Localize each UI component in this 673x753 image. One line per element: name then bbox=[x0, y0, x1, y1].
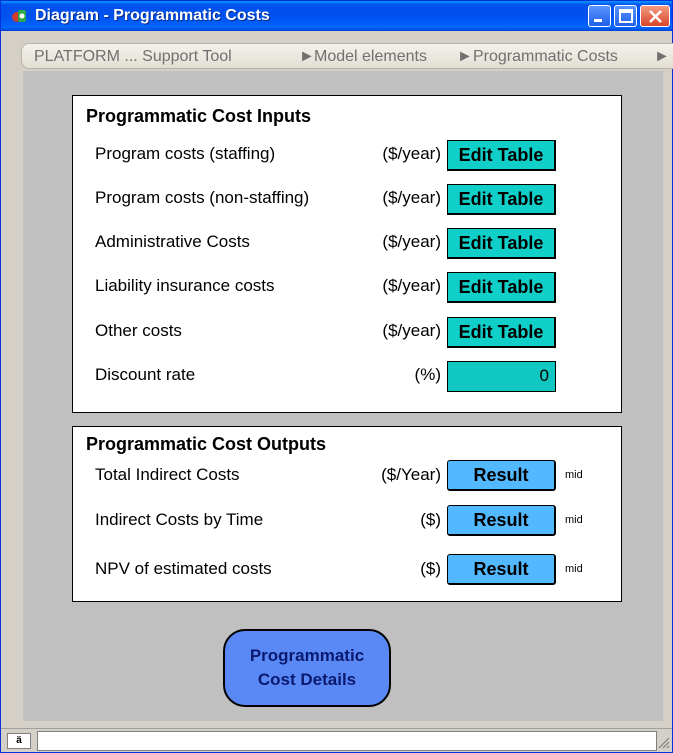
input-label-liability: Liability insurance costs bbox=[95, 276, 275, 295]
status-field bbox=[37, 731, 657, 751]
outputs-title: Programmatic Cost Outputs bbox=[86, 434, 327, 454]
minimize-icon bbox=[594, 19, 602, 22]
input-label-other: Other costs bbox=[95, 321, 182, 340]
app-icon bbox=[12, 10, 26, 22]
inputs-title: Programmatic Cost Inputs bbox=[86, 106, 312, 126]
edit-table-button-liability[interactable]: Edit Table bbox=[447, 272, 556, 303]
chevron-right-icon: ► bbox=[654, 48, 670, 65]
output-tag-total-indirect: mid bbox=[565, 469, 583, 481]
output-label-npv: NPV of estimated costs bbox=[95, 559, 272, 578]
input-unit-liability: ($/year) bbox=[382, 276, 441, 295]
edit-table-button-other[interactable]: Edit Table bbox=[447, 317, 556, 348]
result-button-by-time[interactable]: Result bbox=[447, 505, 556, 536]
input-unit-other: ($/year) bbox=[382, 321, 441, 340]
output-unit-total-indirect: ($/Year) bbox=[381, 465, 441, 484]
title-bar[interactable]: Diagram - Programmatic Costs bbox=[1, 1, 672, 31]
status-indicator: ä bbox=[7, 733, 31, 749]
input-label-administrative: Administrative Costs bbox=[95, 232, 250, 251]
diagram-canvas: Programmatic Cost Inputs Program costs (… bbox=[23, 71, 663, 721]
details-button-line1: Programmatic bbox=[249, 646, 365, 665]
input-unit-non-staffing: ($/year) bbox=[382, 188, 441, 207]
input-unit-staffing: ($/year) bbox=[382, 144, 441, 163]
input-unit-administrative: ($/year) bbox=[382, 232, 441, 251]
output-tag-npv: mid bbox=[565, 563, 583, 575]
result-button-total-indirect[interactable]: Result bbox=[447, 460, 556, 491]
close-icon bbox=[649, 10, 662, 23]
minimize-button[interactable] bbox=[588, 5, 611, 27]
outputs-panel: Programmatic Cost Outputs Total Indirect… bbox=[72, 426, 622, 602]
output-unit-npv: ($) bbox=[420, 559, 441, 578]
output-tag-by-time: mid bbox=[565, 514, 583, 526]
output-label-by-time: Indirect Costs by Time bbox=[95, 510, 264, 529]
diagram-window: Diagram - Programmatic Costs PLATFORM ..… bbox=[0, 0, 673, 753]
input-label-non-staffing: Program costs (non-staffing) bbox=[95, 188, 310, 207]
details-button-line2: Cost Details bbox=[257, 670, 357, 689]
discount-rate-label: Discount rate bbox=[95, 365, 196, 384]
breadcrumb-item-root[interactable]: PLATFORM ... Support Tool bbox=[34, 47, 232, 67]
breadcrumb-item-programmatic-costs[interactable]: Programmatic Costs bbox=[473, 47, 618, 67]
input-label-staffing: Program costs (staffing) bbox=[95, 144, 276, 163]
edit-table-button-administrative[interactable]: Edit Table bbox=[447, 228, 556, 259]
discount-rate-unit: (%) bbox=[414, 365, 441, 384]
result-button-npv[interactable]: Result bbox=[447, 554, 556, 585]
output-unit-by-time: ($) bbox=[420, 510, 441, 529]
discount-rate-field[interactable]: 0 bbox=[447, 361, 556, 392]
programmatic-cost-details-button[interactable]: Programmatic Cost Details bbox=[223, 629, 391, 707]
chevron-right-icon: ► bbox=[457, 48, 473, 65]
breadcrumb-item-model-elements[interactable]: Model elements bbox=[314, 47, 427, 67]
edit-table-button-non-staffing[interactable]: Edit Table bbox=[447, 184, 556, 215]
output-label-total-indirect: Total Indirect Costs bbox=[95, 465, 240, 484]
maximize-button[interactable] bbox=[614, 5, 637, 27]
status-bar: ä bbox=[1, 728, 672, 752]
maximize-icon bbox=[619, 9, 633, 23]
resize-grip-icon[interactable] bbox=[656, 735, 670, 749]
close-button[interactable] bbox=[640, 5, 670, 27]
edit-table-button-staffing[interactable]: Edit Table bbox=[447, 140, 556, 171]
window-title: Diagram - Programmatic Costs bbox=[35, 7, 270, 24]
chevron-right-icon: ► bbox=[299, 48, 315, 65]
inputs-panel: Programmatic Cost Inputs Program costs (… bbox=[72, 95, 622, 413]
breadcrumb: PLATFORM ... Support Tool ► Model elemen… bbox=[21, 43, 673, 69]
